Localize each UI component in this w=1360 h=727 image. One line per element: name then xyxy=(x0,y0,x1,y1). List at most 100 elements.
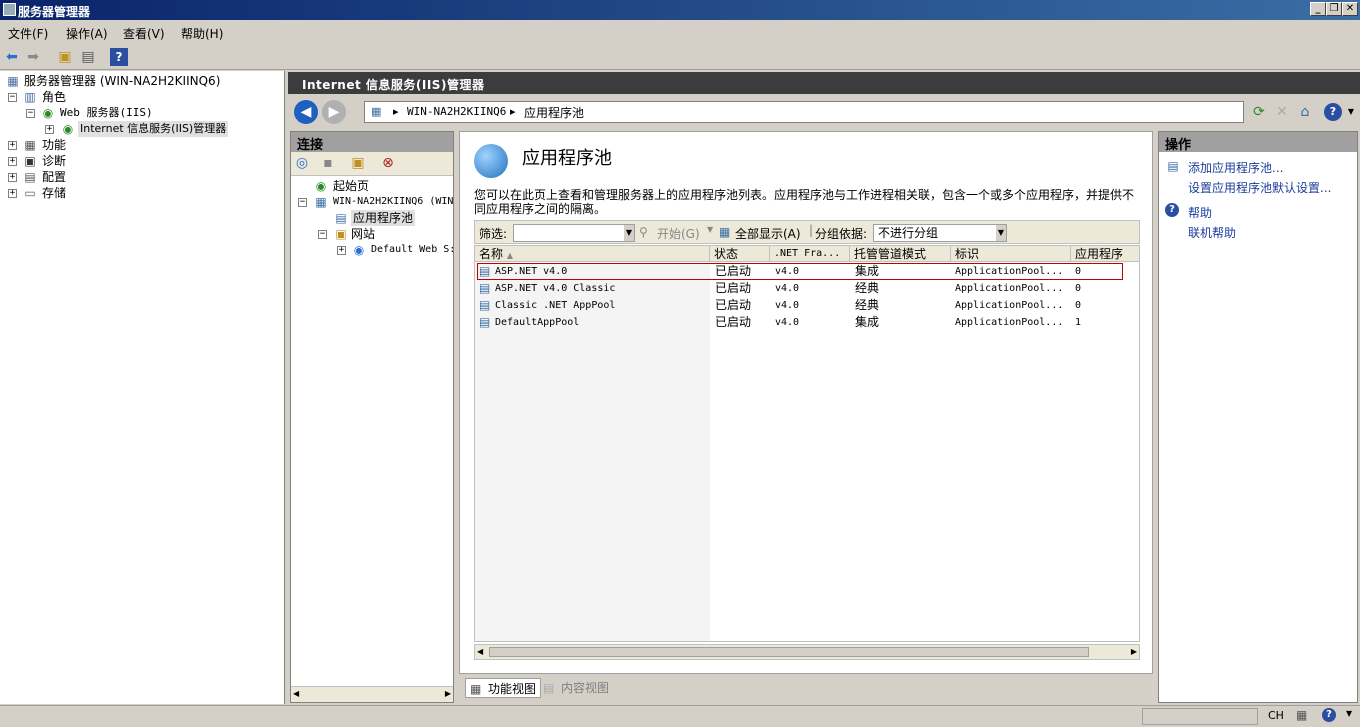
expand-iis-manager-icon[interactable]: + xyxy=(45,125,54,134)
cell-net: v4.0 xyxy=(775,317,800,328)
folder-up-icon[interactable]: ▣ xyxy=(349,154,367,172)
close-button[interactable]: ✕ xyxy=(1342,2,1358,16)
chevron-down-icon[interactable]: ▼ xyxy=(1346,709,1352,718)
cell-name: DefaultAppPool xyxy=(495,317,580,328)
cell-name: ASP.NET v4.0 xyxy=(495,266,568,277)
collapse-sites-icon[interactable]: − xyxy=(318,230,327,239)
tab-content-view[interactable]: ▤ 内容视图 xyxy=(539,678,613,698)
expand-diagnostics-icon[interactable]: + xyxy=(8,157,17,166)
forward-arrow-icon[interactable]: ➡ xyxy=(24,48,42,66)
scroll-left-icon[interactable]: ◀ xyxy=(293,689,299,698)
tree-item-default-site[interactable]: Default Web S: xyxy=(371,242,455,258)
cell-mode: 经典 xyxy=(855,298,880,312)
tree-item-storage[interactable]: 存储 xyxy=(42,185,66,201)
app-pool-icon: ▤ xyxy=(479,264,491,278)
app-pool-icon: ▤ xyxy=(479,281,491,295)
table-row[interactable]: ▤ Classic .NET AppPool 已启动 v4.0 经典 Appli… xyxy=(475,297,1139,314)
address-bar[interactable]: ▦ ▸ WIN-NA2H2KIINQ6 ▸ 应用程序池 xyxy=(364,101,1244,123)
input-language[interactable]: CH xyxy=(1268,709,1284,722)
tree-item-server[interactable]: WIN-NA2H2KIINQ6 (WIN xyxy=(333,194,453,210)
folder-up-icon[interactable]: ▣ xyxy=(56,48,74,66)
nav-back-icon[interactable]: ◀ xyxy=(294,100,318,124)
tree-item-start-page[interactable]: 起始页 xyxy=(333,178,369,194)
expand-features-icon[interactable]: + xyxy=(8,141,17,150)
expand-storage-icon[interactable]: + xyxy=(8,189,17,198)
group-by-select[interactable]: 不进行分组 ▼ xyxy=(873,224,1007,242)
set-defaults-link[interactable]: 设置应用程序池默认设置... xyxy=(1188,179,1331,196)
chevron-down-icon[interactable]: ▼ xyxy=(996,225,1006,241)
menu-help[interactable]: 帮助(H) xyxy=(181,25,223,42)
help-link[interactable]: 帮助 xyxy=(1188,204,1212,221)
help-icon[interactable]: ? xyxy=(1322,708,1336,722)
tree-item-root[interactable]: 服务器管理器 (WIN-NA2H2KIINQ6) xyxy=(24,73,220,89)
collapse-web-server-icon[interactable]: − xyxy=(26,109,35,118)
help-icon[interactable]: ? xyxy=(110,48,128,66)
connections-panel: 连接 ◎ ▪ ▣ ⊗ ◉ 起始页 − ▦ WIN-NA2H2KIINQ6 (WI… xyxy=(290,131,455,703)
tree-item-iis-manager[interactable]: Internet 信息服务(IIS)管理器 xyxy=(78,121,229,137)
column-header-pipeline-mode[interactable]: 托管管道模式 xyxy=(850,246,951,262)
scrollbar-thumb[interactable] xyxy=(489,647,1089,657)
column-header-status[interactable]: 状态 xyxy=(710,246,770,262)
menu-action[interactable]: 操作(A) xyxy=(66,25,108,42)
scroll-right-icon[interactable]: ▶ xyxy=(1131,647,1137,656)
help-dropdown-icon[interactable]: ? xyxy=(1324,103,1342,121)
table-row[interactable]: ▤ ASP.NET v4.0 Classic 已启动 v4.0 经典 Appli… xyxy=(475,280,1139,297)
collapse-server-icon[interactable]: − xyxy=(298,198,307,207)
tree-item-sites[interactable]: 网站 xyxy=(351,226,375,242)
home-icon[interactable]: ⌂ xyxy=(1296,103,1314,121)
scroll-right-icon[interactable]: ▶ xyxy=(445,689,451,698)
tab-features-view[interactable]: ▦ 功能视图 xyxy=(465,678,542,698)
back-arrow-icon[interactable]: ⬅ xyxy=(3,48,21,66)
online-help-link[interactable]: 联机帮助 xyxy=(1188,224,1236,241)
console-tree-icon[interactable]: ▤ xyxy=(79,48,97,66)
tree-item-diagnostics[interactable]: 诊断 xyxy=(42,153,66,169)
chevron-down-icon[interactable]: ▼ xyxy=(624,225,634,241)
table-header: 名称 ▲ 状态 .NET Fra... 托管管道模式 标识 应用程序 xyxy=(475,246,1139,262)
crumb-app-pools[interactable]: 应用程序池 xyxy=(524,104,584,121)
stop-icon[interactable]: ✕ xyxy=(1273,103,1291,121)
refresh-icon[interactable]: ⟳ xyxy=(1250,103,1268,121)
web-server-icon: ◉ xyxy=(42,106,54,120)
column-header-net-framework[interactable]: .NET Fra... xyxy=(770,246,850,262)
menu-file[interactable]: 文件(F) xyxy=(8,25,48,42)
table-hscrollbar[interactable]: ◀ ▶ xyxy=(474,644,1140,660)
chevron-down-icon[interactable]: ▼ xyxy=(707,225,713,234)
table-row[interactable]: ▤ DefaultAppPool 已启动 v4.0 集成 Application… xyxy=(475,314,1139,331)
nav-forward-icon[interactable]: ▶ xyxy=(322,100,346,124)
save-icon[interactable]: ▪ xyxy=(319,154,337,172)
server-manager-tree: ▦ 服务器管理器 (WIN-NA2H2KIINQ6) − ▥ 角色 − ◉ We… xyxy=(0,71,285,704)
chevron-down-icon[interactable]: ▼ xyxy=(1342,103,1360,121)
crumb-server[interactable]: WIN-NA2H2KIINQ6 xyxy=(407,105,506,118)
connections-toolbar: ◎ ▪ ▣ ⊗ xyxy=(291,152,453,176)
disconnect-icon[interactable]: ⊗ xyxy=(379,154,397,172)
column-header-applications[interactable]: 应用程序 xyxy=(1071,246,1139,262)
tree-item-roles[interactable]: 角色 xyxy=(42,89,66,105)
tree-item-features[interactable]: 功能 xyxy=(42,137,66,153)
actions-title: 操作 xyxy=(1159,132,1357,153)
scroll-left-icon[interactable]: ◀ xyxy=(477,647,483,656)
main-toolbar: ⬅ ➡ ▣ ▤ ? xyxy=(0,44,1360,70)
help-icon: ? xyxy=(1165,203,1179,217)
actions-panel: 操作 ▤ 添加应用程序池... 设置应用程序池默认设置... ? 帮助 联机帮助 xyxy=(1158,131,1358,703)
start-filter-button[interactable]: 开始(G) xyxy=(657,225,700,242)
menu-view[interactable]: 查看(V) xyxy=(123,25,165,42)
filter-bar: 筛选: ▼ ⚲ 开始(G) ▼ ▦ 全部显示(A) | 分组依据: 不进行分组 ▼ xyxy=(474,220,1140,244)
add-app-pool-link[interactable]: 添加应用程序池... xyxy=(1188,159,1283,176)
filter-input[interactable]: ▼ xyxy=(513,224,635,242)
show-all-button[interactable]: 全部显示(A) xyxy=(735,225,801,242)
tree-item-web-server[interactable]: Web 服务器(IIS) xyxy=(60,105,153,121)
tree-item-configuration[interactable]: 配置 xyxy=(42,169,66,185)
restore-button[interactable]: ❐ xyxy=(1326,2,1342,16)
expand-default-site-icon[interactable]: + xyxy=(337,246,346,255)
table-row[interactable]: ▤ ASP.NET v4.0 已启动 v4.0 集成 ApplicationPo… xyxy=(475,263,1139,280)
minimize-button[interactable]: _ xyxy=(1310,2,1326,16)
column-header-identity[interactable]: 标识 xyxy=(951,246,1071,262)
tree-item-app-pools[interactable]: 应用程序池 xyxy=(351,210,416,226)
connections-hscrollbar[interactable]: ◀ ▶ xyxy=(291,686,453,702)
title-bar: 服务器管理器 _ ❐ ✕ xyxy=(0,0,1360,20)
keyboard-icon[interactable]: ▦ xyxy=(1296,708,1307,722)
collapse-roles-icon[interactable]: − xyxy=(8,93,17,102)
connect-globe-icon[interactable]: ◎ xyxy=(293,154,311,172)
expand-configuration-icon[interactable]: + xyxy=(8,173,17,182)
column-header-name[interactable]: 名称 ▲ xyxy=(475,246,710,262)
